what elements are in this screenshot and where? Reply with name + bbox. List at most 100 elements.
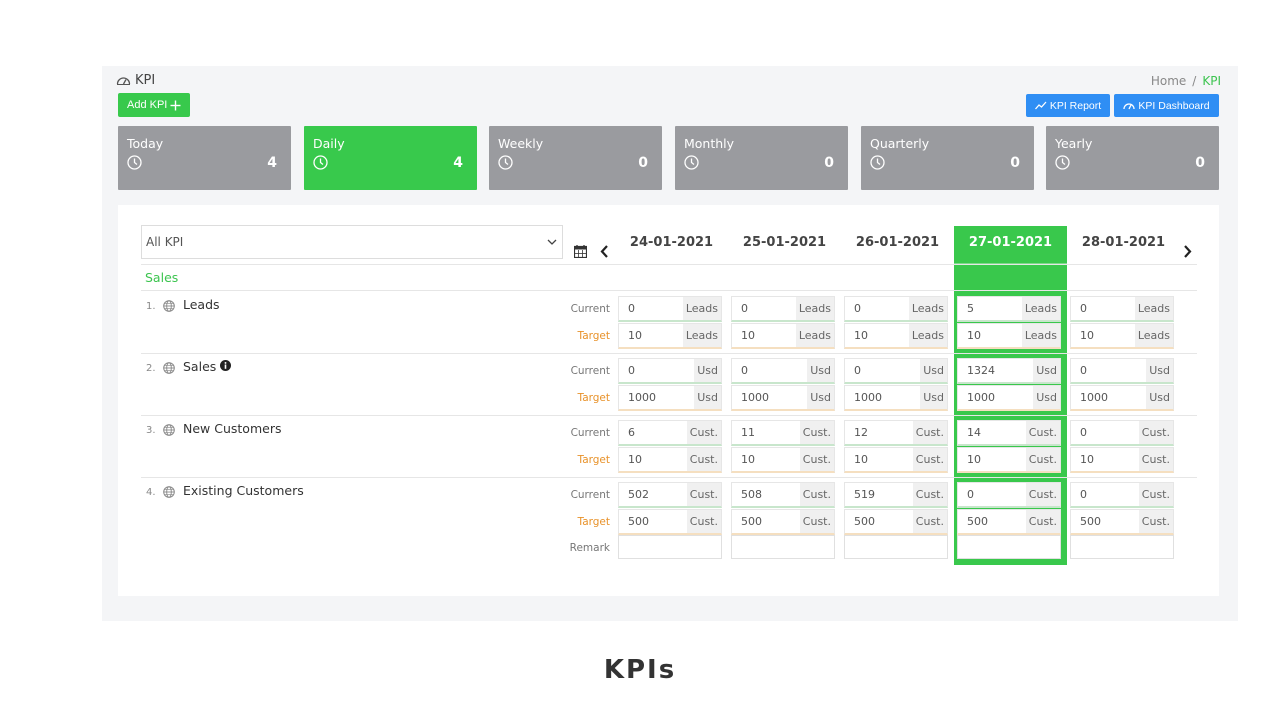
current-value-field[interactable]: 12 Cust. xyxy=(844,420,948,446)
date-header[interactable]: 25-01-2021 xyxy=(728,235,841,250)
date-header[interactable]: 28-01-2021 xyxy=(1067,235,1180,250)
kpi-name[interactable]: Sales xyxy=(183,359,232,374)
add-kpi-button[interactable]: Add KPI xyxy=(118,93,191,117)
target-value-field[interactable]: 500 Cust. xyxy=(957,509,1061,535)
target-row-label: Target xyxy=(577,392,610,404)
remark-field[interactable] xyxy=(618,535,722,559)
kpi-name[interactable]: New Customers xyxy=(183,421,281,436)
target-value: 10 xyxy=(854,329,868,342)
chevron-right-icon[interactable] xyxy=(1183,243,1192,262)
current-value-field[interactable]: 0 Cust. xyxy=(1070,482,1174,508)
current-value: 0 xyxy=(1080,488,1087,501)
period-card-today[interactable]: Today 4 xyxy=(118,126,291,190)
target-value: 10 xyxy=(967,329,981,342)
current-value-field[interactable]: 519 Cust. xyxy=(844,482,948,508)
divider xyxy=(141,415,1197,416)
period-card-daily[interactable]: Daily 4 xyxy=(304,126,477,190)
breadcrumb-home[interactable]: Home xyxy=(1151,74,1186,88)
date-header[interactable]: 24-01-2021 xyxy=(615,235,728,250)
target-value-field[interactable]: 1000 Usd xyxy=(731,385,835,411)
kpi-report-button[interactable]: KPI Report xyxy=(1026,94,1110,117)
unit-label: Cust. xyxy=(1138,421,1173,444)
calendar-icon[interactable] xyxy=(573,243,588,262)
current-value-field[interactable]: 0 Usd xyxy=(844,358,948,384)
target-value-field[interactable]: 10 Cust. xyxy=(957,447,1061,473)
period-count: 4 xyxy=(267,155,277,171)
breadcrumb-current: KPI xyxy=(1202,74,1221,88)
remark-field[interactable] xyxy=(1070,535,1174,559)
current-value: 519 xyxy=(854,488,875,501)
period-card-yearly[interactable]: Yearly 0 xyxy=(1046,126,1219,190)
current-value-field[interactable]: 0 Leads xyxy=(844,296,948,322)
current-value-field[interactable]: 0 Usd xyxy=(1070,358,1174,384)
kpi-dashboard-button[interactable]: KPI Dashboard xyxy=(1114,94,1219,117)
current-value-field[interactable]: 0 Cust. xyxy=(1070,420,1174,446)
target-value-field[interactable]: 1000 Usd xyxy=(1070,385,1174,411)
current-row-label: Current xyxy=(570,427,610,439)
target-value-field[interactable]: 500 Cust. xyxy=(731,509,835,535)
current-value-field[interactable]: 0 Leads xyxy=(618,296,722,322)
period-label: Monthly xyxy=(684,136,735,151)
target-value-field[interactable]: 1000 Usd xyxy=(844,385,948,411)
target-value-field[interactable]: 10 Cust. xyxy=(844,447,948,473)
target-value-field[interactable]: 500 Cust. xyxy=(618,509,722,535)
kpi-filter-select[interactable]: All KPI xyxy=(141,225,563,259)
info-icon[interactable] xyxy=(220,359,232,374)
target-value-field[interactable]: 1000 Usd xyxy=(618,385,722,411)
current-value-field[interactable]: 0 Usd xyxy=(731,358,835,384)
unit-label: Leads xyxy=(682,297,721,320)
current-value: 12 xyxy=(854,426,868,439)
kpi-name-text: Existing Customers xyxy=(183,483,304,498)
current-value-field[interactable]: 502 Cust. xyxy=(618,482,722,508)
period-count: 0 xyxy=(824,155,834,171)
target-value-field[interactable]: 10 Leads xyxy=(618,323,722,349)
globe-icon xyxy=(163,483,175,502)
target-value-field[interactable]: 1000 Usd xyxy=(957,385,1061,411)
kpi-name[interactable]: Existing Customers xyxy=(183,483,304,498)
current-value-field[interactable]: 1324 Usd xyxy=(957,358,1061,384)
target-value-field[interactable]: 10 Cust. xyxy=(618,447,722,473)
period-card-weekly[interactable]: Weekly 0 xyxy=(489,126,662,190)
target-value-field[interactable]: 500 Cust. xyxy=(1070,509,1174,535)
current-value-field[interactable]: 6 Cust. xyxy=(618,420,722,446)
unit-label: Cust. xyxy=(912,448,947,471)
chevron-left-icon[interactable] xyxy=(600,243,609,262)
target-value-field[interactable]: 10 Leads xyxy=(957,323,1061,349)
current-value-field[interactable]: 0 Leads xyxy=(731,296,835,322)
current-value-field[interactable]: 14 Cust. xyxy=(957,420,1061,446)
clock-icon xyxy=(127,155,142,174)
target-value-field[interactable]: 10 Leads xyxy=(1070,323,1174,349)
remark-field[interactable] xyxy=(844,535,948,559)
date-header[interactable]: 26-01-2021 xyxy=(841,235,954,250)
current-value-field[interactable]: 0 Leads xyxy=(1070,296,1174,322)
remark-field[interactable] xyxy=(957,535,1061,559)
current-value-field[interactable]: 0 Usd xyxy=(618,358,722,384)
target-value-field[interactable]: 10 Leads xyxy=(844,323,948,349)
target-value-field[interactable]: 10 Leads xyxy=(731,323,835,349)
current-value: 0 xyxy=(854,364,861,377)
current-value-field[interactable]: 0 Cust. xyxy=(957,482,1061,508)
current-value-field[interactable]: 508 Cust. xyxy=(731,482,835,508)
date-header[interactable]: 27-01-2021 xyxy=(954,235,1067,250)
period-card-quarterly[interactable]: Quarterly 0 xyxy=(861,126,1034,190)
current-value: 1324 xyxy=(967,364,995,377)
page-title: KPI xyxy=(116,73,155,88)
remark-field[interactable] xyxy=(731,535,835,559)
current-value: 0 xyxy=(628,364,635,377)
target-value: 500 xyxy=(628,515,649,528)
globe-icon xyxy=(163,421,175,440)
unit-label: Leads xyxy=(1021,297,1060,320)
period-count: 0 xyxy=(1195,155,1205,171)
target-value-field[interactable]: 500 Cust. xyxy=(844,509,948,535)
breadcrumb-separator: / xyxy=(1192,74,1197,88)
current-value-field[interactable]: 5 Leads xyxy=(957,296,1061,322)
current-value-field[interactable]: 11 Cust. xyxy=(731,420,835,446)
target-value-field[interactable]: 10 Cust. xyxy=(731,447,835,473)
target-value: 500 xyxy=(1080,515,1101,528)
remark-row-label: Remark xyxy=(569,542,610,554)
kpi-name[interactable]: Leads xyxy=(183,297,220,312)
unit-label: Usd xyxy=(1146,359,1173,382)
unit-label: Leads xyxy=(1021,324,1060,347)
period-card-monthly[interactable]: Monthly 0 xyxy=(675,126,848,190)
target-value-field[interactable]: 10 Cust. xyxy=(1070,447,1174,473)
